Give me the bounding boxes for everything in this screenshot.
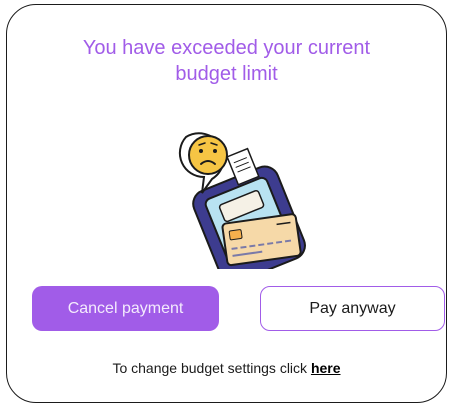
footer-text: To change budget settings click [112,360,311,376]
dialog-title-line-1: You have exceeded your current [82,37,371,59]
cancel-payment-button[interactable]: Cancel payment [32,286,219,331]
dialog-title-line-2: budget limit [175,63,278,85]
dialog-title: You have exceeded your current budget li… [7,35,446,87]
budget-settings-link[interactable]: here [311,360,341,376]
budget-exceeded-dialog: You have exceeded your current budget li… [6,4,447,403]
pay-anyway-button[interactable]: Pay anyway [260,286,445,331]
payment-terminal-sad-face-icon [174,119,314,284]
budget-settings-footer: To change budget settings click here [7,360,446,376]
